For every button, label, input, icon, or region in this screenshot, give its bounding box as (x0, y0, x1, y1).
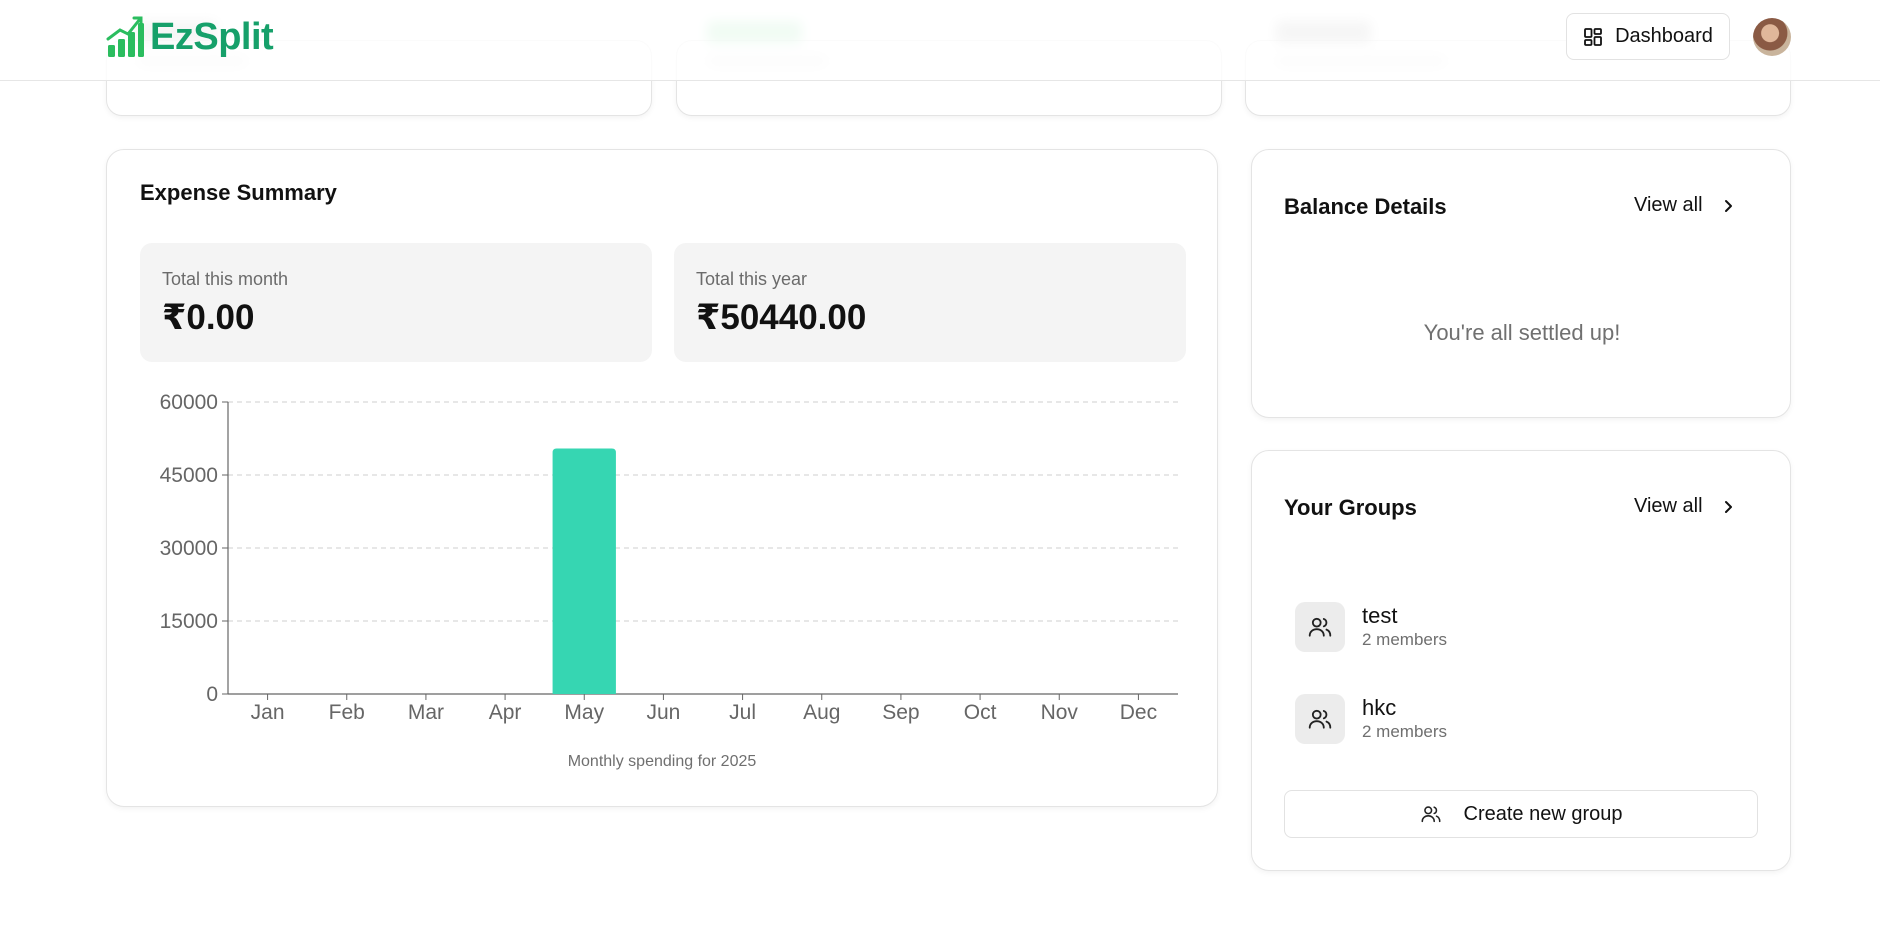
x-tick-label: Jun (646, 701, 680, 724)
x-tick-label: Dec (1120, 701, 1157, 724)
y-tick-label: 30000 (160, 537, 218, 560)
brand-logo[interactable]: EzSplit (106, 15, 274, 59)
groups-view-all-link[interactable]: View all (1634, 495, 1735, 518)
x-tick-label: Aug (803, 701, 840, 724)
dashboard-label: Dashboard (1615, 25, 1713, 47)
balance-details-title: Balance Details (1284, 194, 1447, 219)
x-tick-label: Sep (882, 701, 919, 724)
users-icon (1421, 806, 1440, 823)
group-list-item[interactable]: test 2 members (1295, 602, 1447, 652)
view-all-label: View all (1634, 495, 1703, 517)
monthly-spending-chart: 0 15000 30000 45000 60000 Jan Feb Mar Apr May Jun J… (160, 391, 1178, 724)
expense-summary-card: Expense Summary Total this month ₹0.00 T… (106, 149, 1218, 807)
users-icon (1295, 694, 1345, 744)
group-members-count: 2 members (1362, 630, 1448, 649)
group-name: hkc (1362, 695, 1397, 720)
x-tick-label: Oct (964, 701, 997, 724)
y-tick-label: 60000 (160, 391, 218, 414)
chart-caption: Monthly spending for 2025 (567, 753, 757, 770)
x-tick-label: Jan (251, 701, 285, 724)
chevron-right-icon (1724, 199, 1732, 212)
create-group-label: Create new group (1463, 802, 1623, 825)
your-groups-card: Your Groups View all test 2 members hkc … (1251, 450, 1791, 871)
y-tick-label: 0 (206, 683, 218, 706)
x-tick-label: Jul (729, 701, 756, 724)
dashboard-icon (1584, 27, 1602, 46)
brand-name: EzSplit (150, 15, 274, 58)
x-tick-label: May (564, 701, 604, 724)
group-list-item[interactable]: hkc 2 members (1295, 694, 1447, 744)
x-tick-label: Nov (1041, 701, 1079, 724)
users-icon (1295, 602, 1345, 652)
bar-chart-logo-icon (106, 16, 144, 57)
balance-details-card: Balance Details View all You're all sett… (1251, 149, 1791, 418)
x-tick-label: Apr (489, 701, 522, 724)
group-name: test (1362, 603, 1398, 628)
bar-may (552, 448, 616, 694)
group-members-count: 2 members (1362, 722, 1448, 741)
dashboard-button[interactable]: Dashboard (1566, 13, 1730, 60)
chevron-right-icon (1724, 500, 1732, 513)
balance-view-all-link[interactable]: View all (1634, 194, 1735, 217)
create-group-button[interactable]: Create new group (1284, 790, 1758, 838)
top-header: EzSplit Dashboard (0, 0, 1880, 81)
y-tick-label: 15000 (160, 610, 218, 633)
view-all-label: View all (1634, 194, 1703, 216)
y-tick-label: 45000 (160, 464, 218, 487)
your-groups-title: Your Groups (1284, 495, 1417, 520)
settled-up-message: You're all settled up! (1423, 320, 1621, 345)
x-tick-label: Feb (329, 701, 365, 724)
user-avatar[interactable] (1753, 18, 1791, 56)
x-tick-label: Mar (408, 701, 444, 724)
